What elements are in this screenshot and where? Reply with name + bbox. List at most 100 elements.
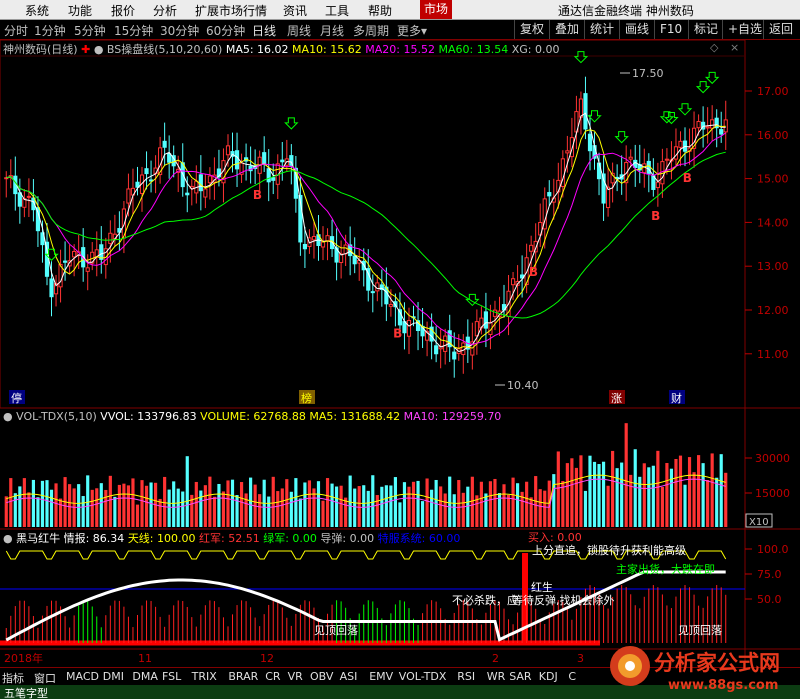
indicator-tab-wr[interactable]: WR <box>487 670 506 683</box>
menu-news[interactable]: 资讯 <box>283 2 307 19</box>
menu-market[interactable]: 市场 <box>420 0 453 19</box>
volume-bar <box>656 450 660 527</box>
menu-system[interactable]: 系统 <box>25 2 49 19</box>
indicator-tab-dmi[interactable]: DMI <box>103 670 124 683</box>
restore-rights-button[interactable]: 复权 <box>514 20 549 39</box>
watermark: 分析家公式网 www.88gs.com <box>602 640 800 696</box>
statistics-button[interactable]: 统计 <box>584 20 619 39</box>
price-tick-label: 13.00 <box>757 260 789 273</box>
volume-bar <box>258 494 262 527</box>
sell-arrow-icon <box>284 117 299 130</box>
volume-bar <box>31 479 35 527</box>
period-5min[interactable]: 5分钟 <box>74 22 106 39</box>
volume-bar <box>36 497 40 527</box>
f10-button[interactable]: F10 <box>654 20 687 39</box>
volume-bar <box>325 478 330 527</box>
period-1min[interactable]: 1分钟 <box>34 22 66 39</box>
candle-body <box>510 278 516 286</box>
menu-function[interactable]: 功能 <box>68 2 92 19</box>
indicator-tab-fsl[interactable]: FSL <box>162 670 181 683</box>
period-more[interactable]: 更多▾ <box>397 22 427 39</box>
indicator-tab-窗口[interactable]: 窗口 <box>34 670 56 686</box>
indicator-tab-vr[interactable]: VR <box>288 670 303 683</box>
back-button[interactable]: 返回 <box>763 20 798 39</box>
menu-help[interactable]: 帮助 <box>368 2 392 19</box>
volume-bar <box>606 485 610 527</box>
volume-bar <box>425 478 429 527</box>
volume-bar <box>484 493 488 527</box>
diamond-icon[interactable]: ◇ <box>710 41 718 54</box>
volume-bar <box>692 472 696 527</box>
toggle-icon[interactable]: ● <box>3 532 13 545</box>
indicator-title[interactable]: 黑马红牛 <box>16 532 60 545</box>
volume-bar <box>461 492 465 527</box>
period-multi[interactable]: 多周期 <box>353 22 389 39</box>
volume-bar <box>601 461 606 527</box>
volume-bar <box>502 484 506 527</box>
volume-bar <box>298 498 302 527</box>
volume-tick-15000: 15000 <box>755 487 790 500</box>
menu-analysis[interactable]: 分析 <box>153 2 177 19</box>
sell-arrow-icon <box>677 103 693 116</box>
daotan-value: 导弹: 0.00 <box>320 532 375 545</box>
volume-bar <box>289 491 293 527</box>
volume-bar <box>574 467 578 527</box>
volume-bar <box>525 481 529 527</box>
indicator-tab-dma[interactable]: DMA <box>132 670 158 683</box>
volume-bar <box>86 475 90 527</box>
indicator-tab-sar[interactable]: SAR <box>509 670 531 683</box>
xg-value: XG: 0.00 <box>511 43 560 56</box>
close-icon[interactable]: ✚ <box>81 43 90 56</box>
indicator-tab-macd[interactable]: MACD <box>66 670 99 683</box>
low-price-label: 10.40 <box>507 379 539 392</box>
period-daily[interactable]: 日线 <box>252 22 276 39</box>
volume-bar <box>208 476 212 527</box>
toggle-icon[interactable]: ● <box>94 43 104 56</box>
close-icon[interactable]: × <box>730 41 739 54</box>
candle-body <box>474 321 479 337</box>
no-panic-label: 不必杀跌，应 <box>452 593 518 607</box>
candle-body <box>402 321 407 334</box>
indicator-tab-kdj[interactable]: KDJ <box>539 670 558 683</box>
period-monthly[interactable]: 月线 <box>320 22 344 39</box>
period-60min[interactable]: 60分钟 <box>206 22 245 39</box>
overlay-button[interactable]: 叠加 <box>549 20 584 39</box>
indicator-tab-obv[interactable]: OBV <box>310 670 333 683</box>
indicator-tab-c[interactable]: C <box>568 670 576 683</box>
volume-bar <box>687 457 692 527</box>
menu-quote[interactable]: 报价 <box>111 2 135 19</box>
volume-bar <box>375 495 379 527</box>
indicator-tab-cr[interactable]: CR <box>265 670 280 683</box>
volume-bar <box>140 480 144 527</box>
volume-indicator-name[interactable]: VOL-TDX(5,10) <box>16 410 97 423</box>
price-tick-label: 11.00 <box>757 348 789 361</box>
mark-button[interactable]: 标记 <box>688 20 723 39</box>
period-intraday[interactable]: 分时 <box>4 22 28 39</box>
indicator-tab-brar[interactable]: BRAR <box>228 670 258 683</box>
candle-body <box>72 250 77 258</box>
draw-line-button[interactable]: 画线 <box>619 20 654 39</box>
add-watchlist-button[interactable]: +自选 <box>722 20 767 39</box>
period-weekly[interactable]: 周线 <box>287 22 311 39</box>
indicator-tab-指标[interactable]: 指标 <box>2 670 24 686</box>
volume-bar <box>199 490 203 527</box>
volume-bar <box>104 489 108 527</box>
indicator-name[interactable]: BS操盘线(5,10,20,60) <box>107 43 222 56</box>
menu-tools[interactable]: 工具 <box>325 2 349 19</box>
volume-bar <box>185 456 189 527</box>
volume-bar <box>58 498 63 527</box>
toggle-icon[interactable]: ● <box>3 410 13 423</box>
indicator-tab-trix[interactable]: TRIX <box>192 670 217 683</box>
volume-bar <box>371 475 375 527</box>
indicator-tab-vol-tdx[interactable]: VOL-TDX <box>399 670 447 683</box>
indicator-tab-emv[interactable]: EMV <box>369 670 393 683</box>
indicator-tab-asi[interactable]: ASI <box>340 670 358 683</box>
menu-extended-market[interactable]: 扩展市场行情 <box>195 2 267 19</box>
candle-body <box>17 192 22 207</box>
candle-body <box>320 241 326 248</box>
indicator-tab-rsi[interactable]: RSI <box>457 670 475 683</box>
period-15min[interactable]: 15分钟 <box>114 22 153 39</box>
stock-chart[interactable]: 17.00 16.00 15.00 14.00 13.00 12.00 11.00 B B B B… <box>0 40 800 667</box>
period-30min[interactable]: 30分钟 <box>160 22 199 39</box>
volume-unit-label: X10 <box>749 517 769 528</box>
